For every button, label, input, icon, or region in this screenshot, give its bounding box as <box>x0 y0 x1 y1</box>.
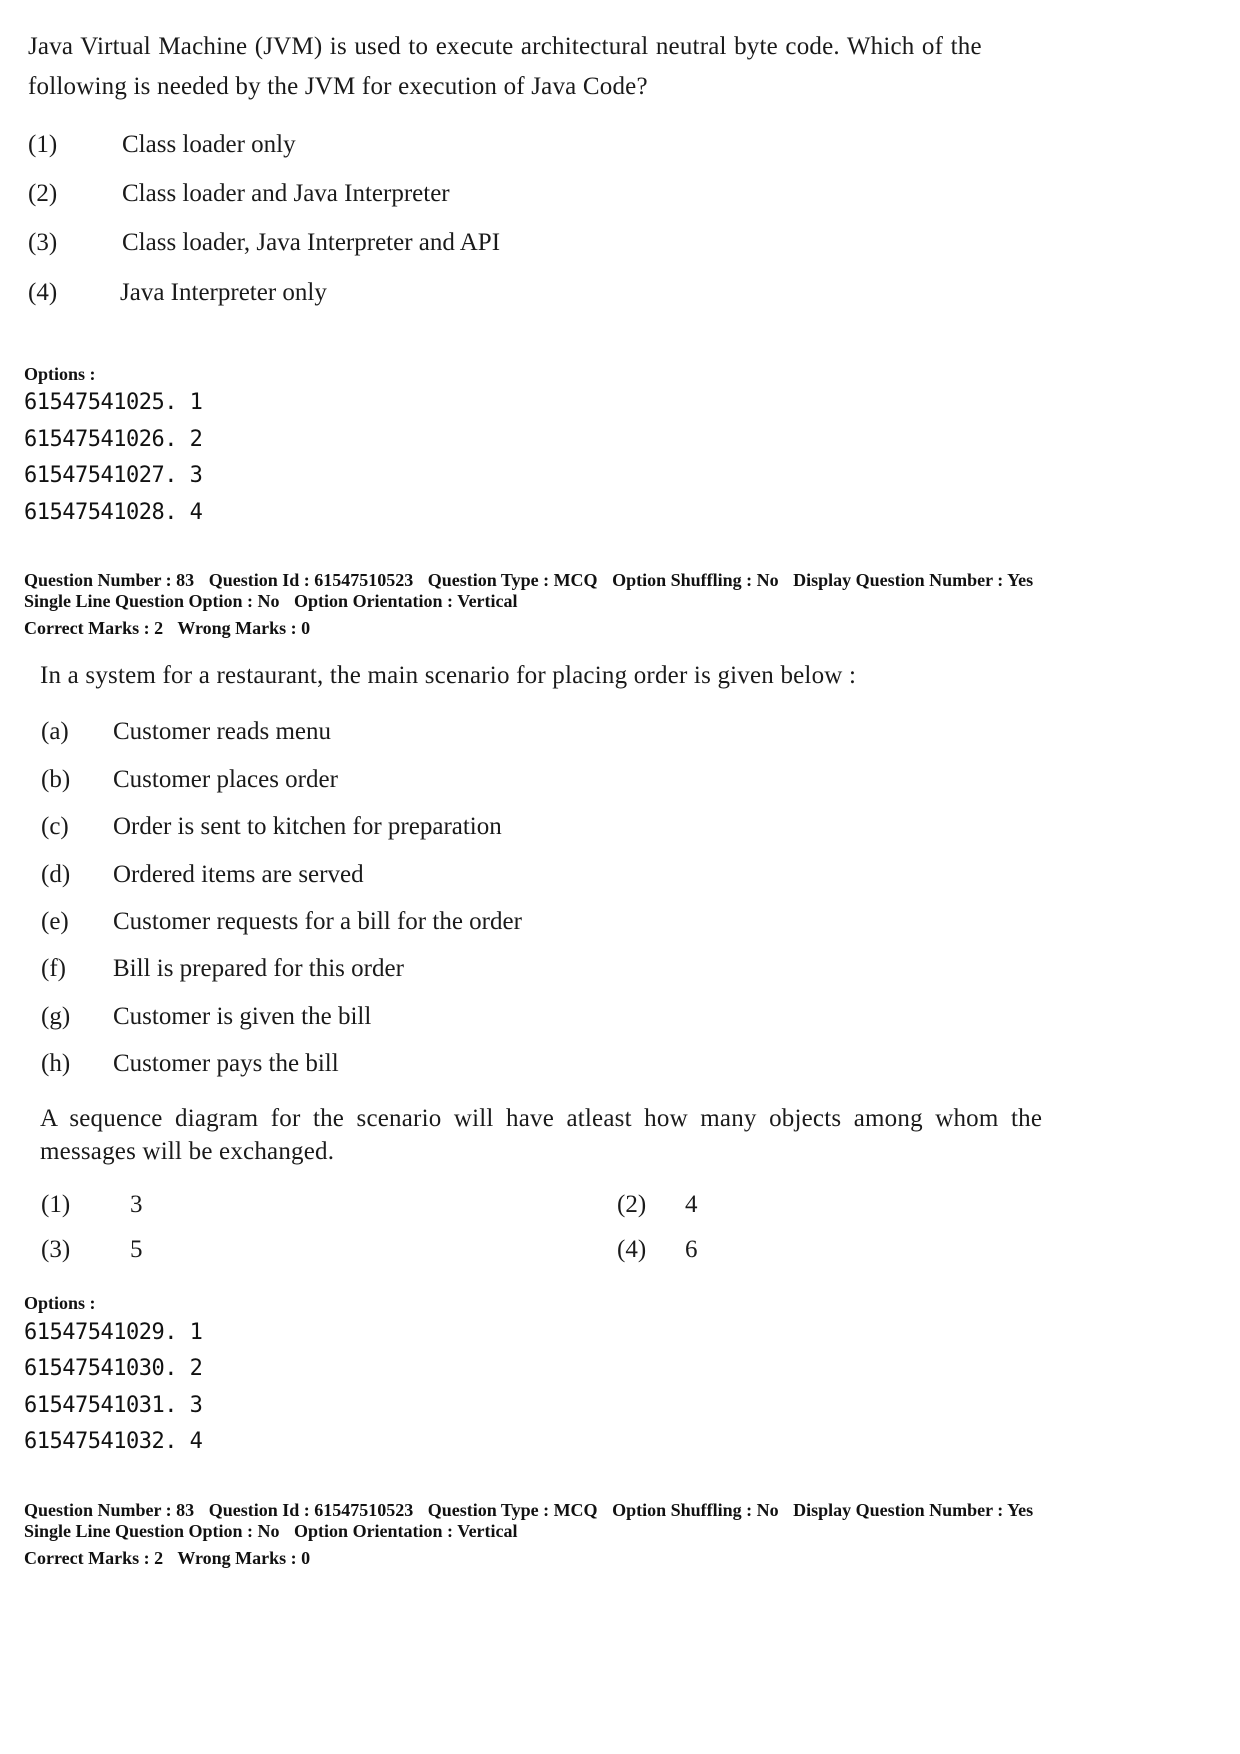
step-text: Ordered items are served <box>113 861 364 888</box>
meta-question-id: Question Id : 61547510523 <box>208 1500 414 1520</box>
meta-wrong-marks: Wrong Marks : 0 <box>177 618 311 638</box>
meta-line: Single Line Question Option : No Option … <box>24 591 1033 612</box>
choice-text: Java Interpreter only <box>120 279 327 306</box>
step-text: Customer places order <box>113 766 338 793</box>
options-label: Options : <box>24 1293 96 1313</box>
meta-question-number: Question Number : 83 <box>24 1500 195 1520</box>
step-label: (b) <box>41 766 71 793</box>
question-text: A sequence diagram for the scenario will… <box>40 1102 1200 1168</box>
option-id-item: 61547541027. 3 <box>24 463 203 488</box>
question-meta: Question Number : 83 Question Id : 61547… <box>24 570 1033 639</box>
step-label: (g) <box>41 1003 71 1030</box>
question-stem-line: Java Virtual Machine (JVM) is used to ex… <box>28 33 982 60</box>
step-label: (a) <box>41 718 69 745</box>
choice-number: (2) <box>28 180 58 207</box>
choice-number: (2) <box>617 1191 647 1218</box>
meta-line: Question Number : 83 Question Id : 61547… <box>24 1500 1033 1521</box>
choice-text: Class loader only <box>122 131 296 158</box>
choice-number: (1) <box>28 131 58 158</box>
step-text: Customer reads menu <box>113 718 332 745</box>
options-label: Options : <box>24 364 96 384</box>
meta-question-type: Question Type : MCQ <box>427 570 598 590</box>
step-text: Order is sent to kitchen for preparation <box>113 813 502 840</box>
choice-number: (3) <box>41 1236 71 1263</box>
meta-question-type: Question Type : MCQ <box>427 1500 598 1520</box>
option-id-item: 61547541029. 1 <box>24 1320 203 1345</box>
meta-question-id: Question Id : 61547510523 <box>208 570 414 590</box>
step-text: Customer pays the bill <box>113 1050 339 1077</box>
meta-single-line-option: Single Line Question Option : No <box>24 1521 280 1541</box>
question-text-line: A sequence diagram for the scenario will… <box>40 1105 1043 1132</box>
meta-option-shuffling: Option Shuffling : No <box>612 1500 779 1520</box>
step-text: Customer requests for a bill for the ord… <box>113 908 522 935</box>
choice-text: Class loader and Java Interpreter <box>122 180 450 207</box>
choice-text: 4 <box>685 1191 698 1218</box>
meta-line: Correct Marks : 2 Wrong Marks : 0 <box>24 1548 1033 1569</box>
question-meta: Question Number : 83 Question Id : 61547… <box>24 1500 1033 1569</box>
meta-option-orientation: Option Orientation : Vertical <box>294 591 518 611</box>
meta-line: Correct Marks : 2 Wrong Marks : 0 <box>24 618 1033 639</box>
step-text: Customer is given the bill <box>113 1003 372 1030</box>
question-text-line: messages will be exchanged. <box>40 1138 335 1165</box>
choice-number: (1) <box>41 1191 71 1218</box>
choice-number: (4) <box>617 1236 647 1263</box>
question-stem-line: following is needed by the JVM for execu… <box>28 73 648 100</box>
question-intro: In a system for a restaurant, the main s… <box>40 662 857 689</box>
meta-option-shuffling: Option Shuffling : No <box>612 570 779 590</box>
meta-single-line-option: Single Line Question Option : No <box>24 591 280 611</box>
meta-option-orientation: Option Orientation : Vertical <box>294 1521 518 1541</box>
step-label: (c) <box>41 813 69 840</box>
meta-correct-marks: Correct Marks : 2 <box>24 1548 164 1568</box>
choice-text: Class loader, Java Interpreter and API <box>122 229 501 256</box>
meta-display-question-number: Display Question Number : Yes <box>793 570 1034 590</box>
meta-question-number: Question Number : 83 <box>24 570 195 590</box>
step-label: (h) <box>41 1050 71 1077</box>
meta-line: Single Line Question Option : No Option … <box>24 1521 1033 1542</box>
option-id-item: 61547541030. 2 <box>24 1356 203 1381</box>
choice-number: (3) <box>28 229 58 256</box>
step-label: (d) <box>41 861 71 888</box>
meta-wrong-marks: Wrong Marks : 0 <box>177 1548 311 1568</box>
choice-text: 3 <box>130 1191 143 1218</box>
meta-display-question-number: Display Question Number : Yes <box>793 1500 1034 1520</box>
step-text: Bill is prepared for this order <box>113 955 404 982</box>
meta-line: Question Number : 83 Question Id : 61547… <box>24 570 1033 591</box>
question-stem: Java Virtual Machine (JVM) is used to ex… <box>28 30 1218 103</box>
choice-number: (4) <box>28 279 58 306</box>
choice-text: 5 <box>130 1236 143 1263</box>
choice-text: 6 <box>685 1236 698 1263</box>
option-id-item: 61547541028. 4 <box>24 500 203 525</box>
meta-correct-marks: Correct Marks : 2 <box>24 618 164 638</box>
option-id-item: 61547541032. 4 <box>24 1429 203 1454</box>
option-id-item: 61547541025. 1 <box>24 390 203 415</box>
option-id-item: 61547541031. 3 <box>24 1393 203 1418</box>
step-label: (e) <box>41 908 69 935</box>
step-label: (f) <box>41 955 66 982</box>
option-id-item: 61547541026. 2 <box>24 427 203 452</box>
